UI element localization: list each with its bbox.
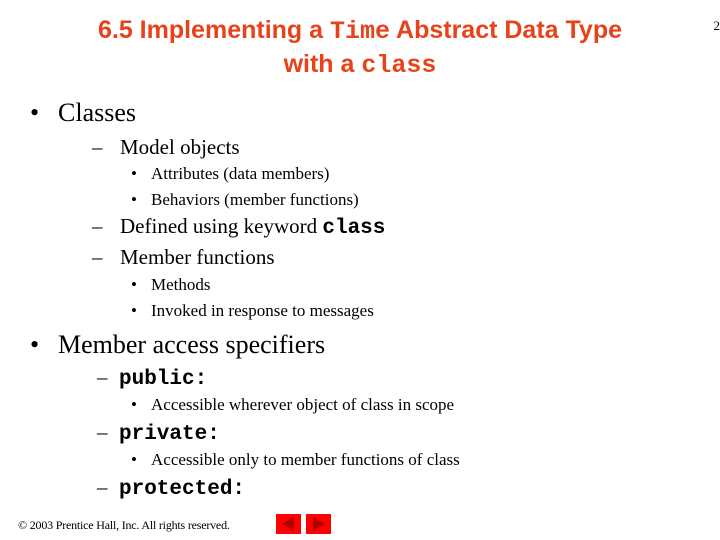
bullet-behaviors: • Behaviors (member functions) <box>131 190 359 210</box>
bullet-marker: • <box>131 395 137 414</box>
bullet-access-specifiers: • Member access specifiers <box>30 330 325 360</box>
code-class: class <box>322 217 386 240</box>
bullet-marker: • <box>30 98 40 127</box>
title-text: with a <box>283 50 362 78</box>
bullet-marker: • <box>131 301 137 320</box>
bullet-protected: – protected: <box>97 475 245 501</box>
bullet-text: Member access specifiers <box>58 330 326 359</box>
bullet-public-desc: • Accessible wherever object of class in … <box>131 395 454 415</box>
bullet-text: Invoked in response to messages <box>151 301 374 320</box>
slide-title: 6.5 Implementing a Time Abstract Data Ty… <box>40 14 680 82</box>
bullet-text: Methods <box>151 275 211 294</box>
title-code-time: Time <box>329 17 390 46</box>
bullet-text: Accessible wherever object of class in s… <box>151 395 455 414</box>
bullet-defined-using: – Defined using keyword class <box>92 214 385 240</box>
bullet-private: – private: <box>97 420 220 446</box>
dash-marker: – <box>92 214 103 238</box>
dash-marker: – <box>92 135 103 159</box>
bullet-invoked: • Invoked in response to messages <box>131 301 374 321</box>
code-public: public: <box>119 368 208 391</box>
bullet-classes: • Classes <box>30 98 136 128</box>
previous-slide-button[interactable] <box>276 514 301 534</box>
bullet-text: Model objects <box>120 135 240 159</box>
bullet-text: Classes <box>58 98 136 127</box>
bullet-text: Member functions <box>120 245 275 269</box>
code-protected: protected: <box>119 478 246 501</box>
dash-marker: – <box>97 420 108 444</box>
bullet-marker: • <box>131 275 137 294</box>
title-line-2: with a class <box>40 48 680 82</box>
triangle-right-icon <box>313 517 325 531</box>
triangle-left-icon <box>282 517 294 531</box>
title-line-1: 6.5 Implementing a Time Abstract Data Ty… <box>40 14 680 48</box>
bullet-methods: • Methods <box>131 275 211 295</box>
dash-marker: – <box>92 245 103 269</box>
page-number: 2 <box>713 18 720 33</box>
bullet-text: Behaviors (member functions) <box>151 190 359 209</box>
bullet-text: Accessible only to member functions of c… <box>151 450 460 469</box>
title-text: Abstract Data Type <box>390 16 623 44</box>
bullet-marker: • <box>131 190 137 209</box>
next-slide-button[interactable] <box>306 514 331 534</box>
bullet-attributes: • Attributes (data members) <box>131 164 329 184</box>
bullet-member-functions: – Member functions <box>92 245 275 270</box>
bullet-marker: • <box>30 330 40 359</box>
bullet-private-desc: • Accessible only to member functions of … <box>131 450 460 470</box>
bullet-marker: • <box>131 450 137 469</box>
title-code-class: class <box>361 51 437 80</box>
bullet-text: Attributes (data members) <box>151 164 330 183</box>
bullet-public: – public: <box>97 365 207 391</box>
copyright-footer: © 2003 Prentice Hall, Inc. All rights re… <box>18 518 230 532</box>
dash-marker: – <box>97 475 108 499</box>
bullet-text: Defined using keyword <box>120 214 323 238</box>
dash-marker: – <box>97 365 108 389</box>
code-private: private: <box>119 423 220 446</box>
bullet-marker: • <box>131 164 137 183</box>
bullet-model-objects: – Model objects <box>92 135 240 160</box>
title-text: 6.5 Implementing a <box>97 16 330 44</box>
